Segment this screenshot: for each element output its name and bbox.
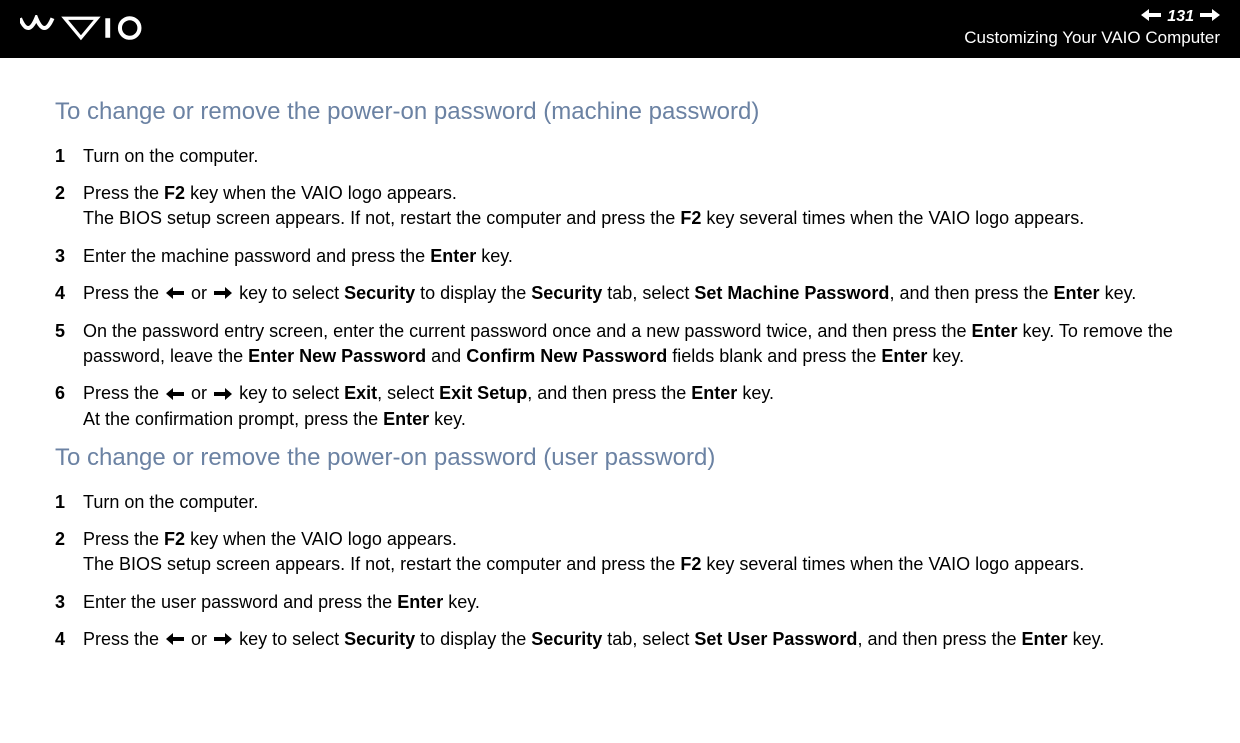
step: 4 Press the or key to select Security to… (55, 627, 1185, 653)
step: 2 Press the F2 key when the VAIO logo ap… (55, 527, 1185, 577)
step-body: Press the or key to select Security to d… (83, 627, 1185, 653)
page-nav: 131 (1141, 8, 1220, 26)
right-arrow-icon (214, 382, 232, 407)
left-arrow-icon (166, 627, 184, 652)
section-title: Customizing Your VAIO Computer (964, 28, 1220, 48)
step: 5 On the password entry screen, enter th… (55, 319, 1185, 369)
heading-machine-password: To change or remove the power-on passwor… (55, 98, 1185, 126)
heading-user-password: To change or remove the power-on passwor… (55, 444, 1185, 472)
step-number: 6 (55, 381, 83, 432)
step-body: Turn on the computer. (83, 144, 1185, 169)
steps-list-1: 1 Turn on the computer. 2 Press the F2 k… (55, 144, 1185, 432)
step-number: 4 (55, 281, 83, 307)
step: 1 Turn on the computer. (55, 144, 1185, 169)
step: 3 Enter the user password and press the … (55, 590, 1185, 615)
step-number: 3 (55, 590, 83, 615)
step-number: 1 (55, 144, 83, 169)
step-number: 3 (55, 244, 83, 269)
step: 2 Press the F2 key when the VAIO logo ap… (55, 181, 1185, 231)
step-body: Press the or key to select Security to d… (83, 281, 1185, 307)
step: 1 Turn on the computer. (55, 490, 1185, 515)
step-number: 2 (55, 181, 83, 231)
step-body: On the password entry screen, enter the … (83, 319, 1185, 369)
steps-list-2: 1 Turn on the computer. 2 Press the F2 k… (55, 490, 1185, 653)
left-arrow-icon (166, 382, 184, 407)
step-body: Press the F2 key when the VAIO logo appe… (83, 181, 1185, 231)
step-body: Press the or key to select Exit, select … (83, 381, 1185, 432)
step-body: Enter the user password and press the En… (83, 590, 1185, 615)
step-number: 5 (55, 319, 83, 369)
header-right: 131 Customizing Your VAIO Computer (964, 8, 1220, 48)
step-body: Press the F2 key when the VAIO logo appe… (83, 527, 1185, 577)
step: 3 Enter the machine password and press t… (55, 244, 1185, 269)
step-number: 4 (55, 627, 83, 653)
step-number: 1 (55, 490, 83, 515)
step: 6 Press the or key to select Exit, selec… (55, 381, 1185, 432)
page-content: To change or remove the power-on passwor… (0, 58, 1240, 653)
header-bar: 131 Customizing Your VAIO Computer (0, 0, 1240, 58)
right-arrow-icon (214, 627, 232, 652)
step: 4 Press the or key to select Security to… (55, 281, 1185, 307)
page-number: 131 (1167, 8, 1194, 26)
step-body: Enter the machine password and press the… (83, 244, 1185, 269)
step-number: 2 (55, 527, 83, 577)
nav-next-icon[interactable] (1200, 8, 1220, 26)
right-arrow-icon (214, 281, 232, 306)
vaio-logo-svg (20, 15, 150, 41)
nav-prev-icon[interactable] (1141, 8, 1161, 26)
step-body: Turn on the computer. (83, 490, 1185, 515)
left-arrow-icon (166, 281, 184, 306)
vaio-logo (20, 15, 150, 41)
